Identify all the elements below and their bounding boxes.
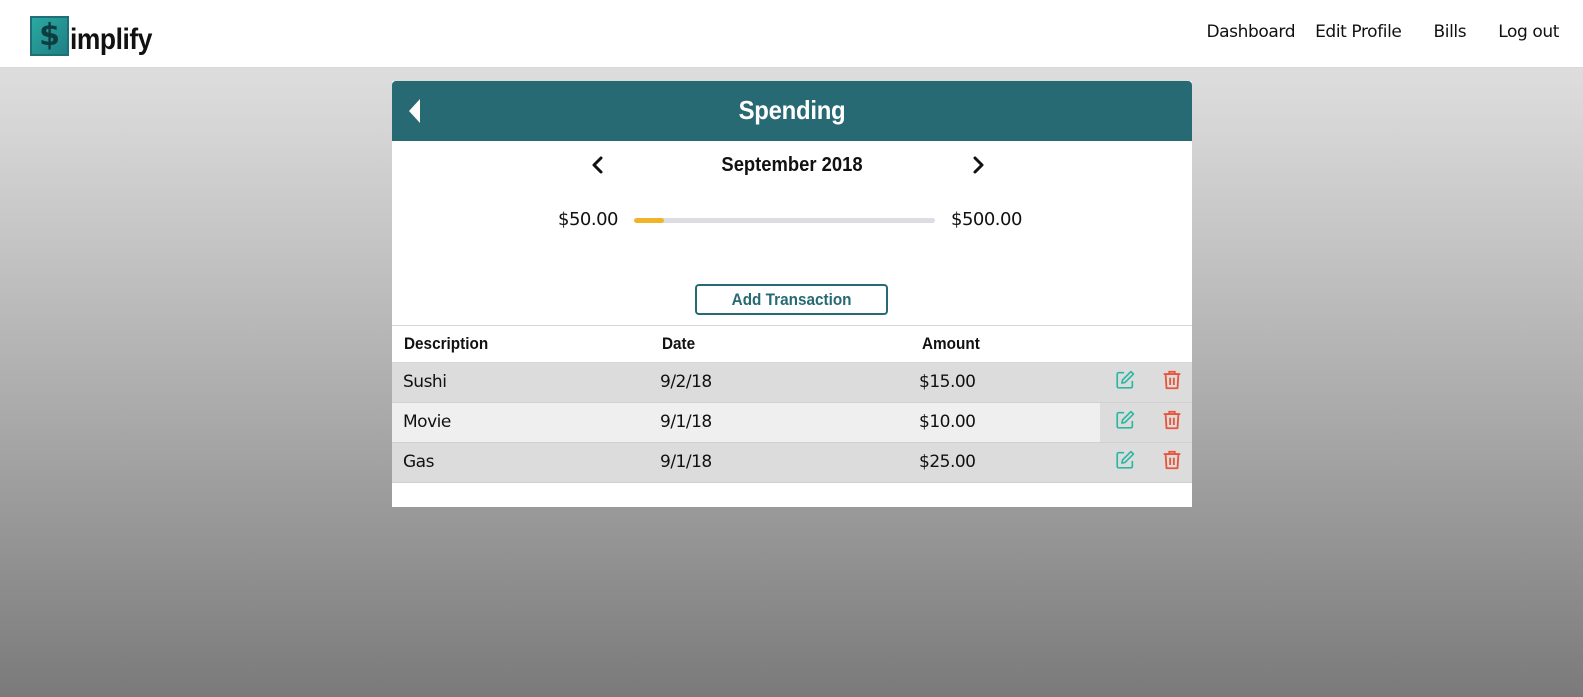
row-description: Sushi	[403, 372, 447, 392]
page-title: Spending	[738, 95, 846, 125]
header-description: Description	[404, 334, 489, 353]
nav-dashboard-link[interactable]: Dashboard	[1206, 22, 1295, 42]
logo-letter: $	[39, 18, 60, 53]
row-actions	[1100, 403, 1192, 442]
nav-logout-link[interactable]: Log out	[1498, 22, 1559, 42]
row-actions	[1100, 443, 1192, 482]
month-label: September 2018	[721, 154, 863, 176]
edit-icon[interactable]	[1114, 369, 1136, 391]
card-header: Spending	[392, 81, 1192, 141]
row-date: 9/1/18	[660, 412, 712, 432]
table-row: Sushi 9/2/18 $15.00	[392, 363, 1192, 403]
nav-links: Dashboard Edit Profile Bills Log out	[1206, 22, 1559, 42]
logo-text: implify	[70, 23, 153, 56]
app-logo[interactable]: $ implify	[30, 14, 163, 56]
trash-icon[interactable]	[1161, 409, 1183, 431]
row-date: 9/2/18	[660, 372, 712, 392]
row-amount: $15.00	[919, 372, 976, 392]
budget-total-amount: $500.00	[951, 209, 1022, 230]
row-amount: $25.00	[919, 452, 976, 472]
row-amount: $10.00	[919, 412, 976, 432]
edit-icon[interactable]	[1114, 409, 1136, 431]
row-description: Movie	[403, 412, 451, 432]
top-navbar: $ implify Dashboard Edit Profile Bills L…	[0, 0, 1583, 68]
table-row: Movie 9/1/18 $10.00	[392, 403, 1192, 443]
add-transaction-label: Add Transaction	[731, 290, 852, 309]
trash-icon[interactable]	[1161, 449, 1183, 471]
nav-bills-link[interactable]: Bills	[1433, 22, 1466, 42]
row-date: 9/1/18	[660, 452, 712, 472]
header-date: Date	[662, 334, 696, 353]
trash-icon[interactable]	[1161, 369, 1183, 391]
budget-progress-bar	[634, 218, 935, 223]
edit-icon[interactable]	[1114, 449, 1136, 471]
add-transaction-button[interactable]: Add Transaction	[695, 284, 888, 315]
transactions-table: Description Date Amount Sushi 9/2/18 $15…	[392, 325, 1192, 483]
spending-card: Spending September 2018 $50.00 $500.00 A…	[392, 81, 1192, 507]
row-actions	[1100, 363, 1192, 402]
back-caret-icon[interactable]	[407, 97, 423, 125]
budget-spent-amount: $50.00	[558, 209, 618, 230]
header-amount: Amount	[922, 334, 980, 353]
month-selector: September 2018	[392, 151, 1192, 179]
budget-progress-row: $50.00 $500.00	[392, 209, 1192, 235]
logo-dollar-mark: $	[30, 16, 69, 56]
chevron-right-icon[interactable]	[968, 155, 988, 175]
table-row: Gas 9/1/18 $25.00	[392, 443, 1192, 483]
nav-edit-profile-link[interactable]: Edit Profile	[1315, 22, 1402, 42]
table-header-row: Description Date Amount	[392, 325, 1192, 363]
budget-progress-fill	[634, 218, 665, 223]
row-description: Gas	[403, 452, 434, 472]
